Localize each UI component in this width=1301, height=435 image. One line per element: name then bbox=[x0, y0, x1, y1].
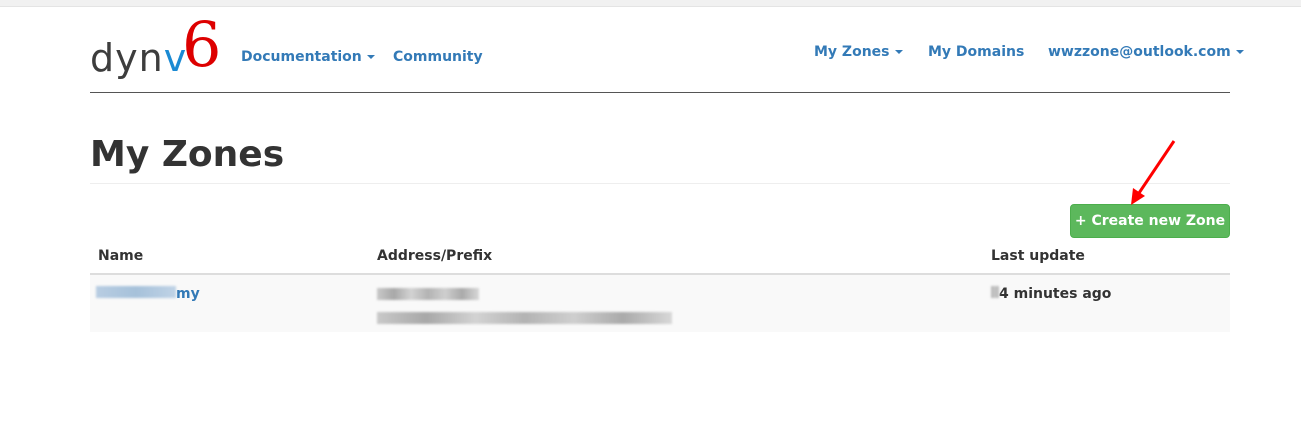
nav-label: wwzzone@outlook.com bbox=[1048, 44, 1231, 60]
column-header-last-update[interactable]: Last update bbox=[991, 248, 1085, 264]
zone-name-visible: my bbox=[176, 286, 200, 302]
caret-down-icon bbox=[894, 50, 903, 54]
title-divider bbox=[90, 183, 1230, 184]
nav-label: My Domains bbox=[928, 44, 1025, 60]
browser-top-strip bbox=[0, 0, 1301, 7]
nav-community[interactable]: Community bbox=[393, 49, 483, 65]
header-divider bbox=[90, 92, 1230, 93]
redacted-digit bbox=[991, 286, 999, 298]
table-row: my 4 minutes ago bbox=[90, 275, 1230, 332]
nav-my-zones[interactable]: My Zones bbox=[814, 44, 903, 60]
caret-down-icon bbox=[366, 55, 375, 59]
caret-down-icon bbox=[1235, 50, 1244, 54]
annotation-arrow-icon bbox=[1131, 140, 1176, 205]
zone-name-link[interactable]: my bbox=[96, 286, 200, 302]
page-title: My Zones bbox=[90, 134, 285, 175]
nav-documentation[interactable]: Documentation bbox=[241, 49, 375, 65]
nav-label: Community bbox=[393, 49, 483, 65]
column-header-name[interactable]: Name bbox=[98, 248, 143, 264]
last-update-text: 4 minutes ago bbox=[999, 286, 1112, 302]
create-new-zone-button[interactable]: + Create new Zone bbox=[1070, 204, 1230, 238]
address-cell bbox=[377, 288, 672, 328]
nav-label: Documentation bbox=[241, 49, 362, 65]
redacted-name bbox=[96, 286, 176, 298]
nav-label: My Zones bbox=[814, 44, 890, 60]
nav-my-domains[interactable]: My Domains bbox=[928, 44, 1024, 60]
nav-account[interactable]: wwzzone@outlook.com bbox=[1048, 44, 1244, 60]
logo-dyn: dyn bbox=[90, 36, 164, 80]
redacted-ipv6 bbox=[377, 312, 672, 324]
last-update-cell: 4 minutes ago bbox=[991, 286, 1111, 302]
column-header-address[interactable]: Address/Prefix bbox=[377, 248, 492, 264]
redacted-ipv4 bbox=[377, 288, 479, 300]
logo-6: 6 bbox=[182, 8, 223, 81]
